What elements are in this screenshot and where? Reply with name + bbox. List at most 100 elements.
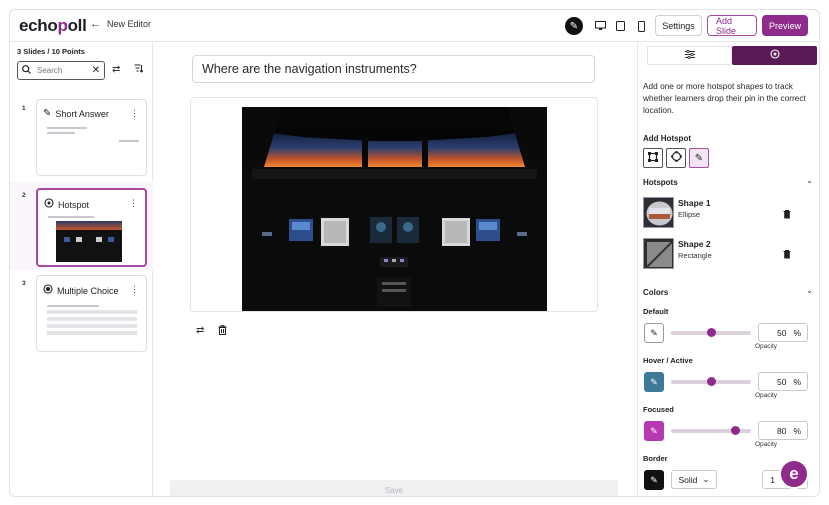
slide-thumbnail-text — [47, 305, 99, 307]
hotspots-label: Hotspots — [643, 178, 678, 187]
slide-card-header: ✎ Short Answer — [43, 108, 109, 119]
slide-thumbnail-option — [47, 324, 137, 328]
freeform-tool-button[interactable]: ✎ — [689, 148, 709, 168]
search-placeholder: Search — [37, 66, 63, 75]
hotspot-type: Rectangle — [678, 251, 712, 260]
hover-opacity-input[interactable]: 50% — [758, 372, 808, 391]
delete-hotspot-icon[interactable] — [783, 250, 791, 261]
pen-icon: ✎ — [650, 474, 658, 485]
slide-thumbnail-option — [47, 310, 137, 314]
slide-number: 2 — [22, 192, 26, 199]
delete-image-icon[interactable] — [218, 325, 227, 338]
save-button[interactable]: Save — [170, 480, 618, 496]
search-input[interactable]: Search ✕ — [17, 61, 105, 80]
slide-number: 3 — [22, 280, 26, 287]
slider-knob[interactable] — [706, 377, 716, 386]
opacity-label: Opacity — [755, 343, 778, 350]
clear-search-icon[interactable]: ✕ — [92, 65, 100, 76]
opacity-label: Opacity — [755, 392, 778, 399]
tab-hotspot[interactable] — [732, 46, 817, 65]
focused-color-swatch[interactable]: ✎ — [644, 421, 664, 441]
help-chat-button[interactable]: e — [779, 459, 809, 489]
sliders-icon — [684, 49, 695, 62]
slide-card-hotspot[interactable]: Hotspot ⋮ — [36, 188, 147, 267]
ellipse-icon — [670, 151, 682, 165]
default-color-swatch[interactable]: ✎ — [644, 323, 664, 343]
slide-thumbnail — [47, 127, 139, 145]
hotspot-thumbnail[interactable] — [643, 197, 674, 228]
slide-title: Multiple Choice — [57, 285, 119, 296]
slide-thumbnail-image — [56, 221, 122, 262]
panel-tabs — [647, 46, 817, 65]
pen-icon: ✎ — [694, 152, 704, 164]
chevron-down-icon[interactable]: ⌄ — [806, 286, 813, 295]
swap-icon[interactable]: ⇄ — [112, 64, 120, 75]
slide-thumbnail-option — [47, 317, 137, 321]
back-link[interactable]: ← New Editor — [90, 18, 151, 30]
hotspot-type: Ellipse — [678, 210, 701, 219]
mobile-view-icon[interactable] — [632, 17, 650, 35]
opacity-label: Opacity — [755, 441, 778, 448]
focused-opacity-slider[interactable] — [671, 426, 751, 435]
pen-icon: ✎ — [650, 327, 658, 338]
pen-icon: ✎ — [650, 425, 658, 436]
question-input[interactable]: Where are the navigation instruments? — [192, 55, 595, 83]
replace-image-icon[interactable]: ⇄ — [196, 325, 204, 338]
app-logo[interactable]: echopoll — [19, 16, 87, 36]
tablet-view-icon[interactable] — [611, 17, 629, 35]
slider-knob[interactable] — [706, 328, 716, 337]
slide-editor: Where are the navigation instruments? ⇄ … — [153, 42, 637, 496]
editor-window: echopoll ← New Editor ✎ Settings Add Sli… — [9, 9, 820, 497]
radio-icon — [43, 284, 53, 297]
hover-opacity-slider[interactable] — [671, 377, 751, 386]
add-slide-button[interactable]: Add Slide — [707, 15, 757, 36]
colors-label: Colors — [643, 288, 669, 297]
echo-logo-icon: e — [789, 464, 799, 483]
slide-thumbnail-option — [47, 331, 137, 335]
border-color-swatch[interactable]: ✎ — [644, 470, 664, 490]
slide-thumbnail-text — [48, 216, 94, 218]
slide-card-header: Multiple Choice — [43, 284, 119, 297]
hotspot-name: Shape 1 — [678, 198, 711, 208]
slide-card-multiple-choice[interactable]: Multiple Choice ⋮ — [36, 275, 147, 352]
add-hotspot-label: Add Hotspot — [643, 134, 691, 143]
preview-button[interactable]: Preview — [762, 15, 808, 36]
cockpit-image[interactable] — [242, 107, 547, 311]
search-icon — [22, 65, 31, 76]
slider-knob[interactable] — [730, 426, 740, 435]
desktop-view-icon[interactable] — [591, 17, 609, 35]
chevron-down-icon[interactable]: ⌄ — [806, 176, 813, 185]
hotspot-image-area[interactable] — [190, 97, 598, 312]
hotspot-thumbnail[interactable] — [643, 238, 674, 269]
chevron-down-icon: ⌄ — [702, 474, 710, 484]
slide-card-header: Hotspot — [44, 198, 89, 211]
more-options-icon[interactable]: ⋮ — [130, 284, 139, 295]
hotspot-name: Shape 2 — [678, 239, 711, 249]
default-opacity-input[interactable]: 50% — [758, 323, 808, 342]
focused-opacity-input[interactable]: 80% — [758, 421, 808, 440]
edit-icon: ✎ — [43, 108, 52, 119]
more-options-icon[interactable]: ⋮ — [129, 198, 138, 209]
top-bar: echopoll ← New Editor ✎ Settings Add Sli… — [10, 10, 819, 42]
slides-count: 3 Slides / 10 Points — [17, 47, 85, 56]
tab-settings-sliders[interactable] — [647, 46, 732, 65]
hotspot-icon — [769, 49, 780, 62]
more-options-icon[interactable]: ⋮ — [130, 108, 139, 119]
border-style-select[interactable]: Solid ⌄ — [671, 470, 717, 489]
default-opacity-slider[interactable] — [671, 328, 751, 337]
pen-mode-icon[interactable]: ✎ — [565, 17, 583, 35]
border-label: Border — [643, 454, 668, 463]
ellipse-tool-button[interactable] — [666, 148, 686, 168]
hover-color-swatch[interactable]: ✎ — [644, 372, 664, 392]
pen-icon: ✎ — [650, 376, 658, 387]
hotspot-description: Add one or more hotspot shapes to track … — [643, 81, 806, 115]
filter-icon[interactable] — [134, 64, 144, 76]
settings-button[interactable]: Settings — [655, 15, 702, 36]
slide-card-short-answer[interactable]: ✎ Short Answer ⋮ — [36, 99, 147, 176]
delete-hotspot-icon[interactable] — [783, 210, 791, 221]
editor-title: New Editor — [107, 19, 152, 29]
slide-title: Hotspot — [58, 199, 90, 210]
rectangle-tool-button[interactable] — [643, 148, 663, 168]
rectangle-icon — [648, 151, 658, 165]
slide-number: 1 — [22, 105, 26, 112]
